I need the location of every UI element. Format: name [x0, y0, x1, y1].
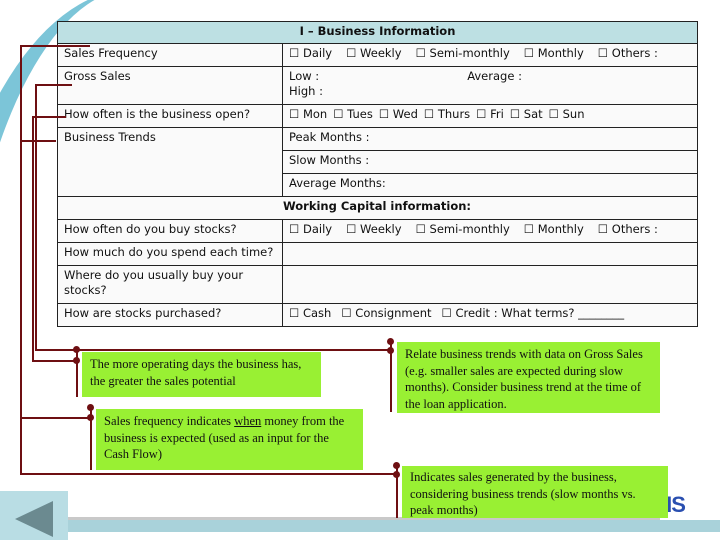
connector-line	[20, 45, 90, 47]
connector-dot	[393, 462, 400, 469]
gross-sales-cell[interactable]: Low : Average : High :	[282, 66, 698, 105]
note-text: Sales frequency indicates	[104, 414, 235, 428]
row-label: How often do you buy stocks?	[57, 219, 283, 243]
option-tues[interactable]: ☐ Tues	[333, 107, 373, 122]
back-button[interactable]	[0, 491, 68, 540]
table-row: How much do you spend each time?	[57, 242, 698, 266]
table-row: How often do you buy stocks? ☐ Daily ☐ We…	[57, 219, 698, 243]
option-others[interactable]: ☐ Others :	[598, 46, 658, 61]
left-arrow-icon	[15, 501, 53, 537]
buy-stocks-options: ☐ Daily ☐ Weekly ☐ Semi-monthly ☐ Monthly ☐ …	[282, 219, 698, 243]
connector-dot	[73, 346, 80, 353]
working-capital-title: Working Capital information:	[57, 196, 698, 220]
connector-line	[35, 84, 37, 351]
connector-line	[20, 417, 90, 419]
row-label: Where do you usually buy your stocks?	[57, 265, 283, 304]
average-months[interactable]: Average Months:	[282, 173, 698, 197]
bottom-bar	[60, 520, 720, 532]
connector-line	[32, 116, 66, 118]
note-operating-days: The more operating days the business has…	[82, 352, 321, 397]
table-row: Sales Frequency ☐ Daily ☐ Weekly ☐ Semi-mo…	[57, 43, 698, 67]
connector-line	[35, 84, 72, 86]
connector-line	[32, 360, 77, 362]
option-fri[interactable]: ☐ Fri	[476, 107, 504, 122]
table-row: Where do you usually buy your stocks?	[57, 265, 698, 304]
option-sun[interactable]: ☐ Sun	[549, 107, 585, 122]
table-row: How are stocks purchased? ☐ Cash ☐ Consig…	[57, 303, 698, 327]
option-daily[interactable]: ☐ Daily	[289, 222, 332, 237]
row-label: Gross Sales	[57, 66, 283, 105]
option-cash[interactable]: ☐ Cash	[289, 306, 331, 321]
table-row: Business Trends Peak Months :	[57, 127, 698, 197]
option-semi-monthly[interactable]: ☐ Semi-monthly	[416, 46, 510, 61]
connector-line	[35, 349, 391, 351]
note-gross-sales: Indicates sales generated by the busines…	[402, 466, 668, 518]
option-mon[interactable]: ☐ Mon	[289, 107, 327, 122]
option-wed[interactable]: ☐ Wed	[379, 107, 418, 122]
option-thurs[interactable]: ☐ Thurs	[424, 107, 470, 122]
connector-line	[20, 140, 56, 142]
option-weekly[interactable]: ☐ Weekly	[346, 46, 401, 61]
note-emphasis: when	[234, 414, 262, 428]
table-row: How often is the business open? ☐ Mon ☐ T…	[57, 104, 698, 128]
average-label: Average :	[467, 69, 522, 83]
connector-dot	[87, 414, 94, 421]
table-title: I – Business Information	[57, 21, 698, 44]
note-business-trends: Relate business trends with data on Gros…	[397, 342, 660, 413]
table-row: Gross Sales Low : Average : High :	[57, 66, 698, 105]
business-info-table: I – Business Information Sales Frequency…	[57, 21, 698, 327]
row-label: How often is the business open?	[57, 104, 283, 128]
row-label: How are stocks purchased?	[57, 303, 283, 327]
option-sat[interactable]: ☐ Sat	[510, 107, 543, 122]
connector-dot	[387, 338, 394, 345]
option-consignment[interactable]: ☐ Consignment	[341, 306, 431, 321]
where-input[interactable]	[282, 265, 698, 304]
high-label: High :	[289, 84, 323, 98]
sales-frequency-options: ☐ Daily ☐ Weekly ☐ Semi-monthly ☐ Monthly ☐ …	[282, 43, 698, 67]
option-daily[interactable]: ☐ Daily	[289, 46, 332, 61]
note-sales-frequency: Sales frequency indicates when money fro…	[96, 409, 363, 470]
option-monthly[interactable]: ☐ Monthly	[524, 46, 584, 61]
low-label: Low :	[289, 69, 320, 83]
connector-line	[20, 473, 398, 475]
connector-dot	[393, 471, 400, 478]
option-others[interactable]: ☐ Others :	[598, 222, 658, 237]
row-label: Sales Frequency	[57, 43, 283, 67]
connector-dot	[387, 347, 394, 354]
connector-dot	[87, 404, 94, 411]
connector-dot	[73, 357, 80, 364]
open-days-options: ☐ Mon ☐ Tues ☐ Wed ☐ Thurs ☐ Fri ☐ Sat ☐ Sun	[282, 104, 698, 128]
spend-input[interactable]	[282, 242, 698, 266]
connector-line	[32, 116, 34, 362]
connector-line	[20, 45, 22, 475]
row-label: How much do you spend each time?	[57, 242, 283, 266]
option-semi-monthly[interactable]: ☐ Semi-monthly	[416, 222, 510, 237]
peak-months[interactable]: Peak Months :	[282, 127, 698, 151]
purchase-options: ☐ Cash ☐ Consignment ☐ Credit : What terms…	[282, 303, 698, 327]
option-credit[interactable]: ☐ Credit : What terms? ________	[442, 306, 625, 321]
row-label: Business Trends	[57, 127, 283, 197]
option-weekly[interactable]: ☐ Weekly	[346, 222, 401, 237]
option-monthly[interactable]: ☐ Monthly	[524, 222, 584, 237]
slow-months[interactable]: Slow Months :	[282, 150, 698, 174]
